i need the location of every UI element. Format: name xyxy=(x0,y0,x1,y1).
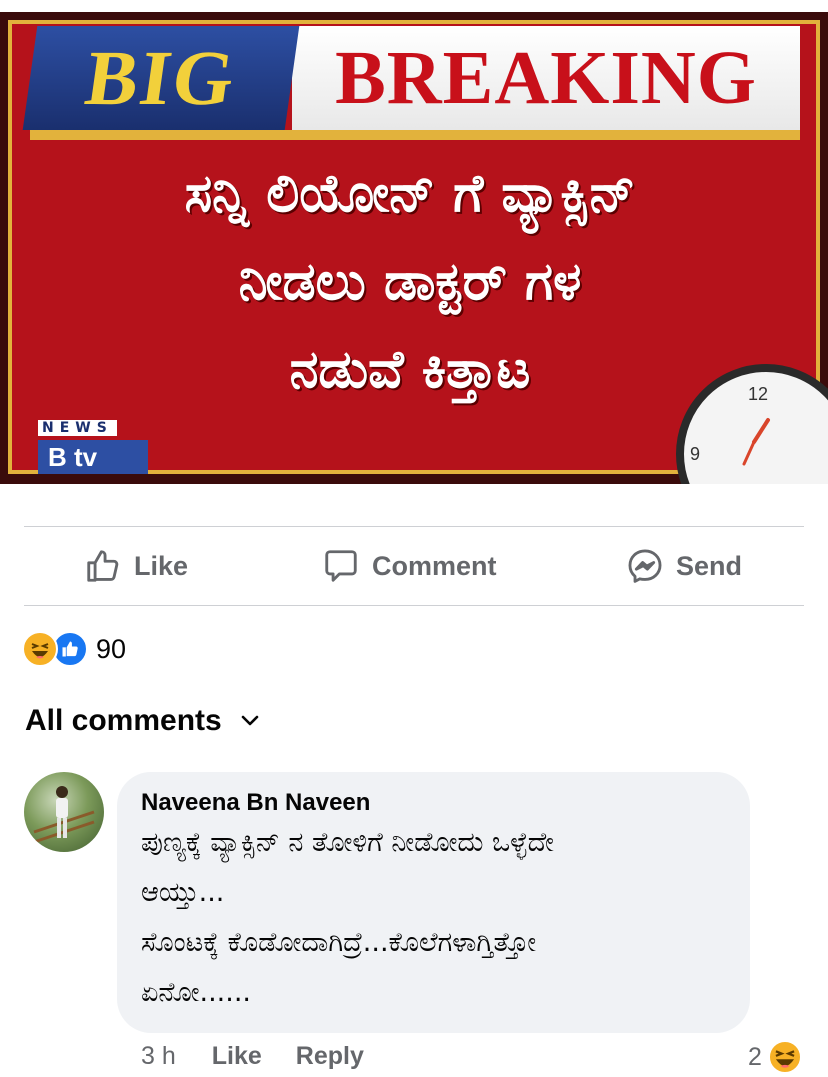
clock-number: 12 xyxy=(748,384,769,404)
comment-reply-button[interactable]: Reply xyxy=(296,1042,364,1071)
messenger-icon xyxy=(628,549,662,583)
breaking-banner: BIG BREAKING xyxy=(22,26,800,130)
like-button[interactable]: Like xyxy=(84,547,188,585)
headline-line: ನಡುವೆ ಕಿತ್ತಾಟ xyxy=(289,340,531,400)
divider-bottom xyxy=(24,605,804,606)
banner-underline xyxy=(30,130,800,140)
reaction-count: 90 xyxy=(96,633,127,664)
comment-timestamp[interactable]: 3 h xyxy=(141,1042,176,1071)
comment-text-line: ಪುಣ್ಯಕ್ಕೆ ವ್ಯಾಕ್ಸಿನ್ ನ ತೋಳಿಗೆ ನೀಡೋದು ಒಳ್… xyxy=(141,827,554,858)
comment-reaction-count: 2 xyxy=(748,1042,762,1071)
comments-filter-dropdown[interactable]: All comments xyxy=(25,704,260,738)
channel-tv-label: B tv xyxy=(38,440,148,474)
chevron-down-icon xyxy=(241,715,259,726)
post-actions-bar: Like Comment Send xyxy=(24,527,804,605)
thumbs-up-icon xyxy=(87,550,119,582)
channel-logo: NEWS B tv xyxy=(38,417,162,477)
comment-button[interactable]: Comment xyxy=(322,547,497,585)
like-button-label: Like xyxy=(134,550,189,581)
comment-author[interactable]: Naveena Bn Naveen xyxy=(141,788,726,818)
comment-reactions[interactable]: 2 xyxy=(748,1040,802,1074)
send-button-label: Send xyxy=(676,550,743,581)
comment-like-button[interactable]: Like xyxy=(212,1042,262,1071)
clock-number: 9 xyxy=(690,444,701,464)
banner-big-text: BIG xyxy=(22,26,300,130)
channel-news-label: NEWS xyxy=(38,420,117,436)
comment-button-label: Comment xyxy=(372,550,497,581)
send-button[interactable]: Send xyxy=(626,547,742,585)
comment-text-line: ಏನೋ...... xyxy=(141,977,252,1008)
clock-hands-icon xyxy=(742,418,770,466)
news-image[interactable]: BIG BREAKING ಸನ್ನಿ ಲಿಯೋನ್ ಗೆ ವ್ಯಾಕ್ಸಿನ್ … xyxy=(0,12,828,484)
comment-text-line: ಸೊಂಟಕ್ಕೆ ಕೊಡೋದಾಗಿದ್ರೆ...ಕೊಲೆಗಳಾಗ್ತಿತ್ತೋ xyxy=(141,927,537,958)
comment-meta: 3 h Like Reply xyxy=(141,1042,364,1071)
headline-line: ಸನ್ನಿ ಲಿಯೋನ್ ಗೆ ವ್ಯಾಕ್ಸಿನ್ xyxy=(184,164,636,224)
reactions-summary[interactable]: 90 xyxy=(22,630,126,668)
comments-filter-label: All comments xyxy=(25,704,222,737)
comment-bubble-icon xyxy=(325,550,357,582)
avatar[interactable] xyxy=(24,772,104,852)
comment-bubble: Naveena Bn Naveen ಪುಣ್ಯಕ್ಕೆ ವ್ಯಾಕ್ಸಿನ್ ನ… xyxy=(117,772,750,1033)
headline: ಸನ್ನಿ ಲಿಯೋನ್ ಗೆ ವ್ಯಾಕ್ಸಿನ್ ನೀಡಲು ಡಾಕ್ಟರ್… xyxy=(40,152,780,412)
headline-line: ನೀಡಲು ಡಾಕ್ಟರ್ ಗಳ xyxy=(238,252,582,312)
comment-text-line: ಆಯ್ತು... xyxy=(141,877,225,908)
haha-icon xyxy=(22,631,58,667)
avatar-person-icon xyxy=(33,786,95,844)
haha-icon xyxy=(768,1040,802,1074)
banner-breaking-text: BREAKING xyxy=(292,26,800,130)
